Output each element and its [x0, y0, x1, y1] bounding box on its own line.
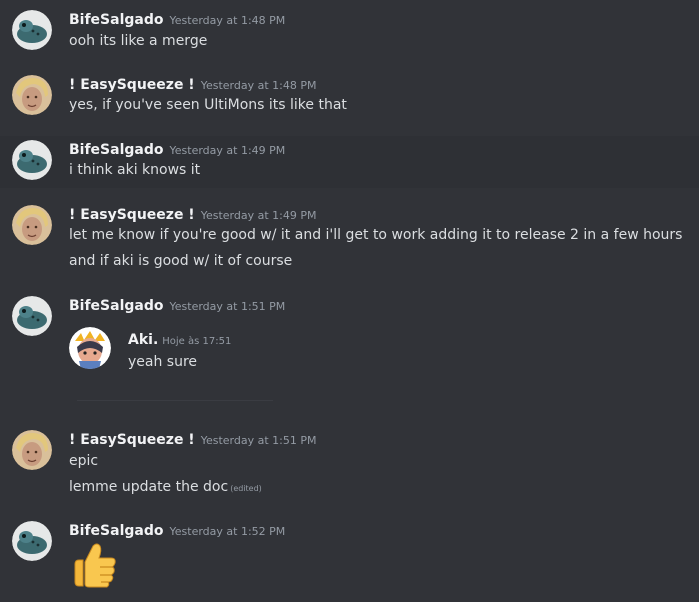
message-group: BifeSalgado Yesterday at 1:51 PM Aki. Hoje… [0, 286, 699, 396]
avatar-easysqueeze[interactable] [12, 205, 52, 245]
message-header: BifeSalgado Yesterday at 1:49 PM [69, 140, 285, 160]
timestamp: Yesterday at 1:49 PM [169, 144, 286, 157]
username[interactable]: ! EasySqueeze ! [69, 432, 195, 448]
message-text-content: lemme update the doc [69, 479, 229, 495]
timestamp: Yesterday at 1:51 PM [169, 300, 286, 313]
message-text: lemme update the doc (edited) [69, 477, 262, 499]
avatar-easysqueeze[interactable] [12, 75, 52, 115]
timestamp: Yesterday at 1:51 PM [200, 434, 317, 447]
message-header: ! EasySqueeze ! Yesterday at 1:49 PM [69, 205, 316, 225]
timestamp: Yesterday at 1:52 PM [169, 525, 286, 538]
message-group: ! EasySqueeze ! Yesterday at 1:51 PM epic… [0, 421, 699, 505]
avatar-bifesalgado[interactable] [12, 296, 52, 336]
message-header: BifeSalgado Yesterday at 1:48 PM [69, 10, 285, 30]
message-text: ooh its like a merge [69, 33, 208, 49]
username[interactable]: BifeSalgado [69, 523, 164, 539]
avatar-bifesalgado[interactable] [12, 521, 52, 561]
edited-label: (edited) [230, 484, 262, 493]
message-header: BifeSalgado Yesterday at 1:52 PM [69, 521, 285, 541]
message-group: BifeSalgado Yesterday at 1:48 PM ooh its … [0, 0, 699, 60]
quoted-timestamp: Hoje às 17:51 [162, 336, 232, 347]
message-group: ! EasySqueeze ! Yesterday at 1:48 PM yes,… [0, 66, 699, 126]
quoted-username[interactable]: Aki. [128, 332, 158, 348]
avatar-easysqueeze[interactable] [12, 430, 52, 470]
quoted-message-header: Aki. Hoje às 17:51 [128, 330, 231, 351]
username[interactable]: BifeSalgado [69, 298, 164, 314]
message-text: i think aki knows it [69, 162, 201, 178]
message-text: let me know if you're good w/ it and i'l… [69, 227, 683, 243]
message-group: BifeSalgado Yesterday at 1:49 PM i think … [0, 136, 699, 188]
timestamp: Yesterday at 1:48 PM [200, 79, 317, 92]
username[interactable]: ! EasySqueeze ! [69, 77, 195, 93]
timestamp: Yesterday at 1:48 PM [169, 14, 286, 27]
username[interactable]: BifeSalgado [69, 12, 164, 28]
quoted-message[interactable]: Aki. Hoje às 17:51 yeah sure [69, 327, 289, 387]
thumbs-up-emoji[interactable] [69, 540, 119, 590]
message-group: ! EasySqueeze ! Yesterday at 1:49 PM let … [0, 196, 699, 276]
username[interactable]: ! EasySqueeze ! [69, 207, 195, 223]
message-text: yes, if you've seen UltiMons its like th… [69, 97, 347, 113]
message-header: BifeSalgado Yesterday at 1:51 PM [69, 296, 285, 316]
message-text: epic [69, 453, 99, 469]
divider [77, 400, 273, 401]
avatar-aki[interactable] [69, 327, 111, 369]
quoted-message-text: yeah sure [128, 354, 198, 370]
timestamp: Yesterday at 1:49 PM [200, 209, 317, 222]
username[interactable]: BifeSalgado [69, 142, 164, 158]
avatar-bifesalgado[interactable] [12, 140, 52, 180]
message-text: and if aki is good w/ it of course [69, 253, 293, 269]
avatar-bifesalgado[interactable] [12, 10, 52, 50]
message-header: ! EasySqueeze ! Yesterday at 1:51 PM [69, 430, 316, 450]
message-header: ! EasySqueeze ! Yesterday at 1:48 PM [69, 75, 316, 95]
